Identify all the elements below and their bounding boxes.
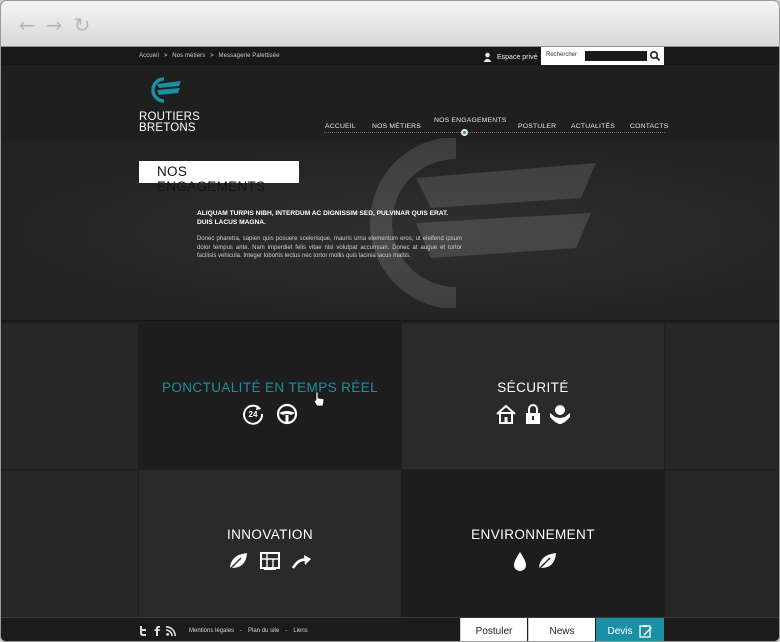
search-input[interactable] [585,51,647,61]
page-title-box: NOS ENGAGEMENTS [139,161,299,194]
devis-label: Devis [607,625,633,637]
engagements-grid: PONCTUALITÉ EN TEMPS RÉEL 24 SÉCURITÉ IN… [1,323,779,617]
social-links [138,626,176,636]
nav-item-contacts[interactable]: CONTACTS [630,123,668,130]
clipboard-edit-icon [638,625,652,638]
footer-separator: - [285,628,288,634]
site-header: ROUTIERS BRETONS ACCUEIL NOS MÉTIERS NOS… [1,65,779,143]
breadcrumb-separator: > [163,53,168,59]
espace-prive-label: Espace privé [497,53,538,61]
search-label: Rechercher [546,52,578,58]
curved-arrow-icon [291,555,311,569]
hero-lead: ALIQUAM TURPIS NIBH, INTERDUM AC DIGNISS… [197,210,449,226]
tile-ponctualite[interactable]: PONCTUALITÉ EN TEMPS RÉEL 24 [139,323,401,469]
site-footer: Mentions légales - Plan du site - Liens … [1,617,779,641]
svg-text:24: 24 [249,410,258,419]
postuler-button[interactable]: Postuler [460,618,527,641]
nav-item-postuler[interactable]: POSTULER [518,123,556,130]
tile-icons [402,550,664,572]
nav-item-actualites[interactable]: ACTUALITÉS [571,123,615,130]
side-panel [1,323,138,469]
breadcrumb-home[interactable]: Accueil [139,53,159,59]
news-button[interactable]: News [528,618,595,641]
house-icon [496,404,516,424]
footer-link-mentions[interactable]: Mentions légales [189,628,234,634]
browser-toolbar: ← → ↻ [1,1,779,47]
side-panel [665,470,779,617]
news-label: News [549,625,575,637]
breadcrumb: Accueil > Nos métiers > Messagerie Palet… [139,53,283,59]
map-icon [260,552,280,570]
twitter-icon[interactable] [138,626,148,636]
breadcrumb-metiers[interactable]: Nos métiers [172,53,205,59]
tile-icons [139,550,401,572]
steering-wheel-icon [276,403,298,425]
tile-title: ENVIRONNEMENT [471,527,595,542]
tile-title: SÉCURITÉ [497,380,569,395]
leaf-icon [538,553,556,570]
logo-line-2: BRETONS [139,122,196,134]
site-logo[interactable]: ROUTIERS BRETONS [139,77,209,137]
side-panel [1,470,138,617]
tile-securite[interactable]: SÉCURITÉ [402,323,664,469]
browser-window: ← → ↻ Accueil > Nos métiers > Messagerie… [0,0,780,642]
hand-cursor-icon [313,391,325,407]
logo-emblem-icon [151,77,181,103]
side-panel [665,323,779,469]
search-bar: Rechercher [541,47,664,65]
utility-bar: Accueil > Nos métiers > Messagerie Palet… [1,47,779,65]
back-arrow-icon[interactable]: ← [18,15,36,35]
main-navigation: ACCUEIL NOS MÉTIERS NOS ENGAGEMENTS POST… [324,117,668,136]
tile-title: PONCTUALITÉ EN TEMPS RÉEL [161,380,379,395]
footer-separator: - [240,628,243,634]
espace-prive-link[interactable]: Espace privé [483,52,537,62]
search-icon[interactable] [649,50,661,62]
tile-environnement[interactable]: ENVIRONNEMENT [402,470,664,617]
facebook-icon[interactable] [152,626,162,636]
tile-title: INNOVATION [226,527,313,542]
tile-icons: 24 [139,403,401,425]
tile-icons [402,403,664,425]
devis-button[interactable]: Devis [596,618,664,641]
footer-links: Mentions légales - Plan du site - Liens [189,628,308,634]
footer-link-liens[interactable]: Liens [293,628,307,634]
page-title: NOS ENGAGEMENTS [157,164,266,194]
postuler-label: Postuler [475,625,513,637]
hands-globe-icon [550,405,570,424]
hero-section: NOS ENGAGEMENTS ALIQUAM TURPIS NIBH, INT… [1,138,779,321]
leaf-icon [229,553,247,570]
footer-link-plan[interactable]: Plan du site [248,628,279,634]
nav-item-accueil[interactable]: ACCUEIL [325,123,356,130]
padlock-icon [526,404,540,424]
tile-innovation[interactable]: INNOVATION [139,470,401,617]
reload-icon[interactable]: ↻ [73,15,91,35]
breadcrumb-current: Messagerie Palettisée [218,53,280,59]
breadcrumb-separator: > [210,53,214,59]
rss-icon[interactable] [166,626,176,636]
website-page: Accueil > Nos métiers > Messagerie Palet… [1,47,779,641]
water-drop-icon [513,552,526,571]
hero-body: Donec pharetra, sapien quis posuere scel… [197,236,462,260]
clock-24-icon: 24 [243,404,264,425]
forward-arrow-icon[interactable]: → [45,15,63,35]
nav-item-engagements[interactable]: NOS ENGAGEMENTS [434,117,507,124]
nav-item-metiers[interactable]: NOS MÉTIERS [372,123,421,130]
user-icon [483,52,492,62]
active-nav-indicator [461,129,468,136]
